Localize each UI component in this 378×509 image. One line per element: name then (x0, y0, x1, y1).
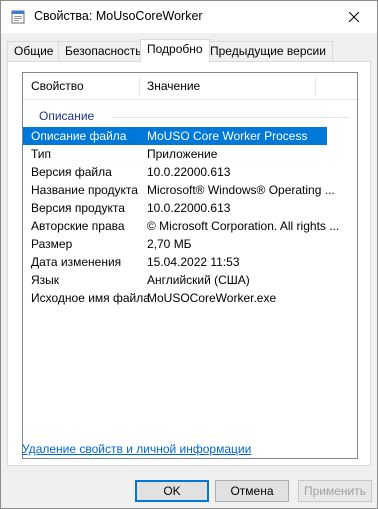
table-row[interactable]: Версия файла 10.0.22000.613 (23, 163, 357, 181)
column-divider[interactable] (139, 76, 140, 96)
property-name: Описание файла (31, 129, 127, 143)
table-row[interactable]: Размер 2,70 МБ (23, 235, 357, 253)
properties-window: Свойства: MoUsoCoreWorker Общие Безопасн… (0, 0, 378, 509)
tab-details[interactable]: Подробно (140, 39, 210, 62)
tab-security[interactable]: Безопасность (58, 41, 149, 61)
group-divider (111, 117, 349, 118)
property-name: Название продукта (31, 183, 138, 197)
group-label: Описание (39, 109, 99, 123)
property-name: Тип (31, 147, 52, 161)
property-name: Версия файла (31, 165, 112, 179)
column-divider[interactable] (315, 76, 316, 96)
table-row[interactable]: Описание файла MoUSO Core Worker Process (23, 127, 327, 145)
table-row[interactable]: Тип Приложение (23, 145, 357, 163)
window-title: Свойства: MoUsoCoreWorker (34, 9, 203, 23)
close-button[interactable] (331, 1, 377, 33)
tab-general[interactable]: Общие (7, 41, 61, 61)
property-name: Авторские права (31, 219, 125, 233)
list-header: Свойство Значение (23, 73, 357, 100)
table-row[interactable]: Язык Английский (США) (23, 271, 357, 289)
title-bar[interactable]: Свойства: MoUsoCoreWorker (1, 1, 377, 33)
ok-button[interactable]: OK (135, 480, 209, 502)
property-value: MoUSO Core Worker Process (147, 129, 308, 143)
property-name: Размер (31, 237, 73, 251)
property-value: © Microsoft Corporation. All rights ... (147, 219, 340, 233)
property-name: Язык (31, 273, 60, 287)
details-panel: Свойство Значение Описание Описание файл… (7, 61, 371, 466)
property-value: 10.0.22000.613 (147, 201, 231, 215)
property-value: Приложение (147, 147, 218, 161)
cancel-button[interactable]: Отмена (215, 480, 289, 502)
table-row[interactable]: Название продукта Microsoft® Windows® Op… (23, 181, 357, 199)
close-icon (349, 12, 359, 22)
table-row[interactable]: Дата изменения 15.04.2022 11:53 (23, 253, 357, 271)
tab-strip: Общие Безопасность Подробно Предыдущие в… (7, 39, 371, 62)
column-header-property[interactable]: Свойство (31, 73, 84, 99)
apply-button[interactable]: Применить (298, 480, 372, 502)
table-row[interactable]: Версия продукта 10.0.22000.613 (23, 199, 357, 217)
rows: Описание файла MoUSO Core Worker Process… (23, 127, 357, 307)
property-value: MoUSOCoreWorker.exe (147, 291, 277, 305)
property-name: Версия продукта (31, 201, 125, 215)
table-row[interactable]: Исходное имя файла MoUSOCoreWorker.exe (23, 289, 357, 307)
group-header: Описание (31, 109, 349, 125)
properties-list[interactable]: Свойство Значение Описание Описание файл… (22, 72, 358, 459)
property-value: 10.0.22000.613 (147, 165, 231, 179)
property-value: 15.04.2022 11:53 (147, 255, 240, 269)
table-row[interactable]: Авторские права © Microsoft Corporation.… (23, 217, 357, 235)
property-value: Microsoft® Windows® Operating ... (147, 183, 335, 197)
property-value: 2,70 МБ (147, 237, 192, 251)
remove-properties-link[interactable]: Удаление свойств и личной информации (22, 442, 251, 456)
tab-previous-versions[interactable]: Предыдущие версии (203, 41, 333, 61)
file-icon (11, 10, 25, 24)
property-name: Дата изменения (31, 255, 122, 269)
column-header-value[interactable]: Значение (147, 73, 200, 99)
property-value: Английский (США) (147, 273, 250, 287)
property-name: Исходное имя файла (31, 291, 150, 305)
